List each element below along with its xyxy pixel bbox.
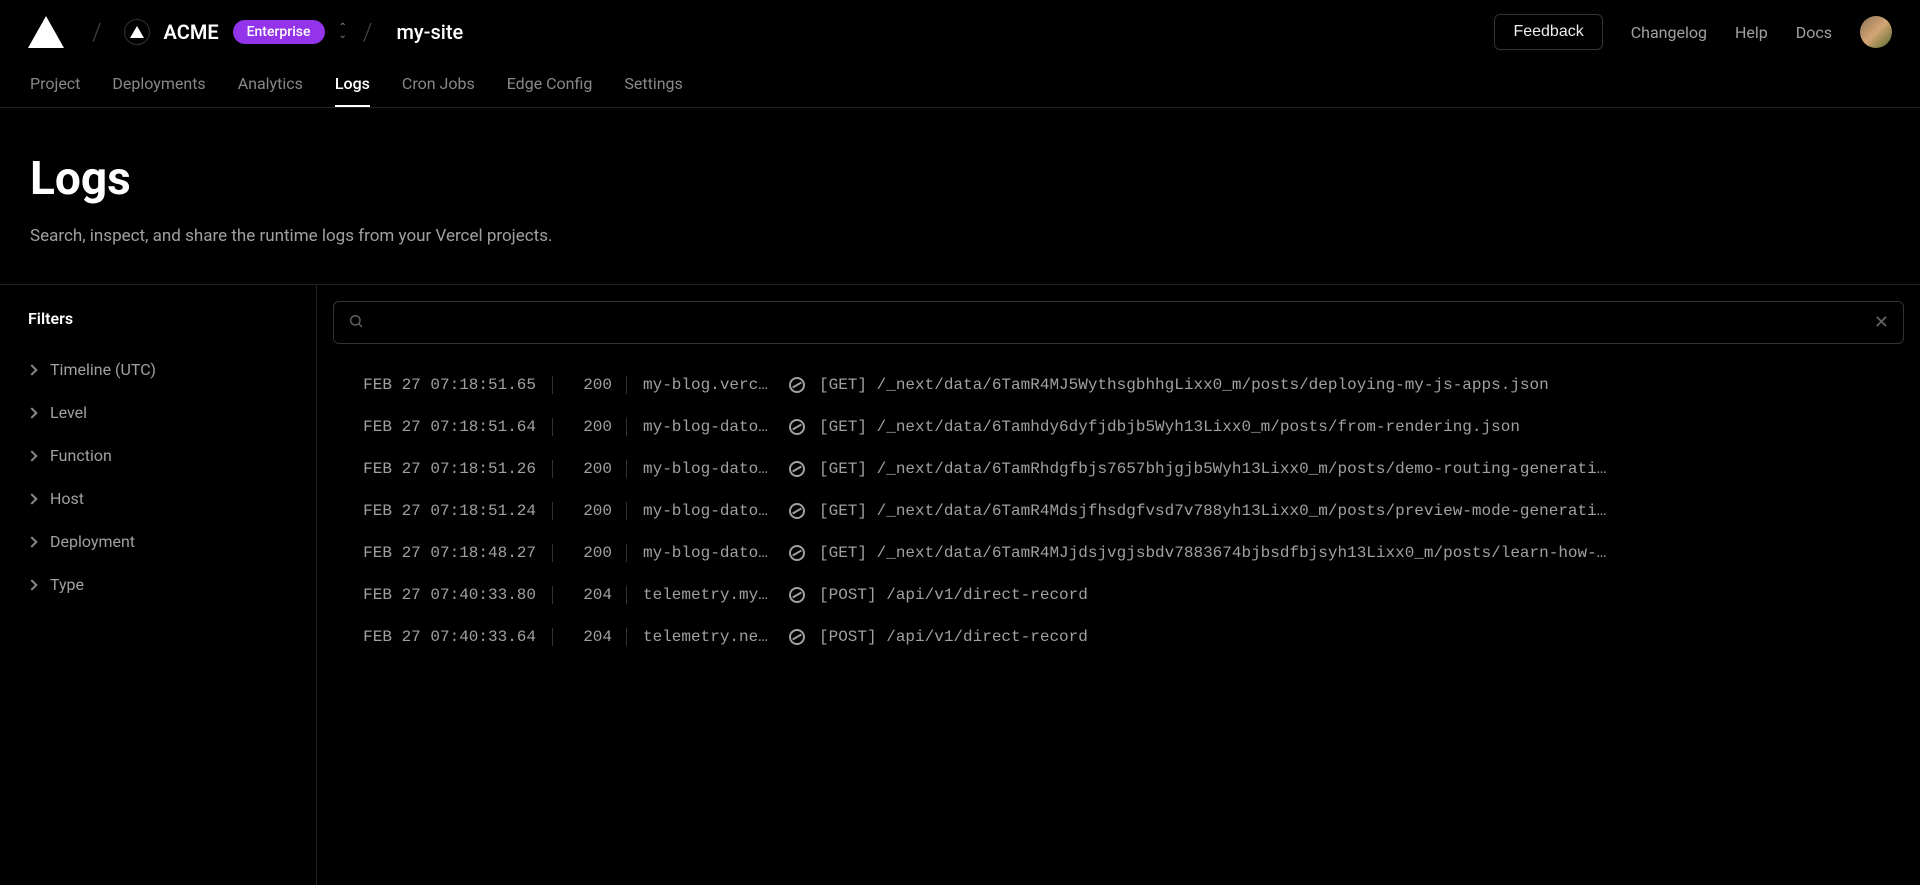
- project-name[interactable]: my-site: [396, 20, 463, 44]
- log-timestamp: FEB 27 07:40:33.64: [341, 628, 553, 646]
- breadcrumb-separator: /: [92, 18, 102, 46]
- log-type-icon: [783, 503, 811, 519]
- filter-label: Function: [50, 446, 112, 465]
- log-row[interactable]: FEB 27 07:18:51.64 200my-blog-dato… [GET] …: [333, 406, 1904, 448]
- filter-label: Type: [50, 575, 84, 594]
- log-host: telemetry.my…: [627, 586, 775, 604]
- top-header: / ACME Enterprise ⌃⌄ / my-site Feedback …: [0, 0, 1920, 64]
- log-status: 200: [569, 502, 627, 520]
- log-host: telemetry.ne…: [627, 628, 775, 646]
- filter-label: Timeline (UTC): [50, 360, 156, 379]
- tab-cron-jobs[interactable]: Cron Jobs: [402, 64, 475, 107]
- main-content: Filters Timeline (UTC) Level Function Ho…: [0, 284, 1920, 885]
- chevron-right-icon: [26, 364, 37, 375]
- chevron-right-icon: [26, 450, 37, 461]
- log-search-box[interactable]: ✕: [333, 301, 1904, 344]
- log-message: [GET] /_next/data/6TamR4MJ5WythsgbhhgLix…: [819, 376, 1896, 394]
- log-message: [POST] /api/v1/direct-record: [819, 628, 1896, 646]
- log-host: my-blog-dato…: [627, 502, 775, 520]
- docs-link[interactable]: Docs: [1796, 23, 1832, 42]
- filter-deployment[interactable]: Deployment: [28, 520, 288, 563]
- tab-logs[interactable]: Logs: [335, 64, 370, 107]
- filter-function[interactable]: Function: [28, 434, 288, 477]
- page-title: Logs: [30, 152, 1890, 206]
- page-header: Logs Search, inspect, and share the runt…: [0, 108, 1920, 284]
- changelog-link[interactable]: Changelog: [1631, 23, 1707, 42]
- log-host: my-blog.verc…: [627, 376, 775, 394]
- breadcrumb-separator: /: [363, 18, 373, 46]
- log-timestamp: FEB 27 07:18:51.64: [341, 418, 553, 436]
- log-message: [GET] /_next/data/6Tamhdy6dyfjdbjb5Wyh13…: [819, 418, 1896, 436]
- chevron-right-icon: [26, 407, 37, 418]
- log-row[interactable]: FEB 27 07:40:33.80 204telemetry.my… [POST]…: [333, 574, 1904, 616]
- search-input[interactable]: [376, 314, 1874, 331]
- clear-search-icon[interactable]: ✕: [1874, 312, 1889, 333]
- tab-deployments[interactable]: Deployments: [112, 64, 205, 107]
- log-message: [POST] /api/v1/direct-record: [819, 586, 1896, 604]
- team-icon[interactable]: [124, 19, 150, 45]
- project-nav-tabs: Project Deployments Analytics Logs Cron …: [0, 64, 1920, 108]
- log-type-icon: [783, 545, 811, 561]
- log-timestamp: FEB 27 07:40:33.80: [341, 586, 553, 604]
- log-timestamp: FEB 27 07:18:48.27: [341, 544, 553, 562]
- log-status: 204: [569, 628, 627, 646]
- filter-label: Host: [50, 489, 84, 508]
- tab-analytics[interactable]: Analytics: [238, 64, 303, 107]
- filters-sidebar: Filters Timeline (UTC) Level Function Ho…: [0, 285, 317, 885]
- filter-level[interactable]: Level: [28, 391, 288, 434]
- logs-panel: ✕ FEB 27 07:18:51.65200my-blog.verc…[GET…: [317, 285, 1920, 885]
- plan-badge: Enterprise: [233, 20, 325, 44]
- log-host: my-blog-dato…: [627, 418, 775, 436]
- log-type-icon: [783, 377, 811, 393]
- page-subtitle: Search, inspect, and share the runtime l…: [30, 226, 1890, 246]
- filters-heading: Filters: [28, 309, 288, 328]
- feedback-button[interactable]: Feedback: [1494, 14, 1602, 50]
- log-timestamp: FEB 27 07:18:51.24: [341, 502, 553, 520]
- log-row[interactable]: FEB 27 07:18:51.26 200my-blog-dato… [GET] …: [333, 448, 1904, 490]
- team-switcher-icon[interactable]: ⌃⌄: [339, 24, 347, 40]
- log-status: 200: [569, 418, 627, 436]
- help-link[interactable]: Help: [1735, 23, 1768, 42]
- chevron-right-icon: [26, 536, 37, 547]
- log-status: 200: [569, 376, 627, 394]
- log-message: [GET] /_next/data/6TamRhdgfbjs7657bhjgjb…: [819, 460, 1896, 478]
- vercel-logo-icon[interactable]: [28, 16, 64, 48]
- user-avatar[interactable]: [1860, 16, 1892, 48]
- filter-type[interactable]: Type: [28, 563, 288, 606]
- tab-settings[interactable]: Settings: [624, 64, 682, 107]
- log-status: 200: [569, 460, 627, 478]
- log-type-icon: [783, 419, 811, 435]
- log-message: [GET] /_next/data/6TamR4MJjdsjvgjsbdv788…: [819, 544, 1896, 562]
- log-row[interactable]: FEB 27 07:18:48.27 200my-blog-dato… [GET] …: [333, 532, 1904, 574]
- header-actions: Feedback Changelog Help Docs: [1494, 14, 1892, 50]
- log-row[interactable]: FEB 27 07:18:51.24 200my-blog-dato… [GET] …: [333, 490, 1904, 532]
- chevron-right-icon: [26, 579, 37, 590]
- filter-host[interactable]: Host: [28, 477, 288, 520]
- tab-project[interactable]: Project: [30, 64, 80, 107]
- tab-edge-config[interactable]: Edge Config: [507, 64, 593, 107]
- filter-label: Level: [50, 403, 87, 422]
- filter-timeline[interactable]: Timeline (UTC): [28, 348, 288, 391]
- log-timestamp: FEB 27 07:18:51.65: [341, 376, 553, 394]
- log-status: 204: [569, 586, 627, 604]
- log-table: FEB 27 07:18:51.65200my-blog.verc…[GET] …: [333, 364, 1904, 658]
- log-message: [GET] /_next/data/6TamR4Mdsjfhsdgfvsd7v7…: [819, 502, 1896, 520]
- log-row[interactable]: FEB 27 07:18:51.65 200my-blog.verc… [GET] …: [333, 364, 1904, 406]
- team-name[interactable]: ACME: [164, 20, 219, 44]
- breadcrumb: / ACME Enterprise ⌃⌄ / my-site: [28, 16, 463, 48]
- log-host: my-blog-dato…: [627, 460, 775, 478]
- log-row[interactable]: FEB 27 07:40:33.64 204telemetry.ne… [POST]…: [333, 616, 1904, 658]
- log-type-icon: [783, 587, 811, 603]
- log-type-icon: [783, 461, 811, 477]
- log-status: 200: [569, 544, 627, 562]
- log-type-icon: [783, 629, 811, 645]
- search-icon: [348, 313, 364, 333]
- log-host: my-blog-dato…: [627, 544, 775, 562]
- log-timestamp: FEB 27 07:18:51.26: [341, 460, 553, 478]
- chevron-right-icon: [26, 493, 37, 504]
- filter-label: Deployment: [50, 532, 135, 551]
